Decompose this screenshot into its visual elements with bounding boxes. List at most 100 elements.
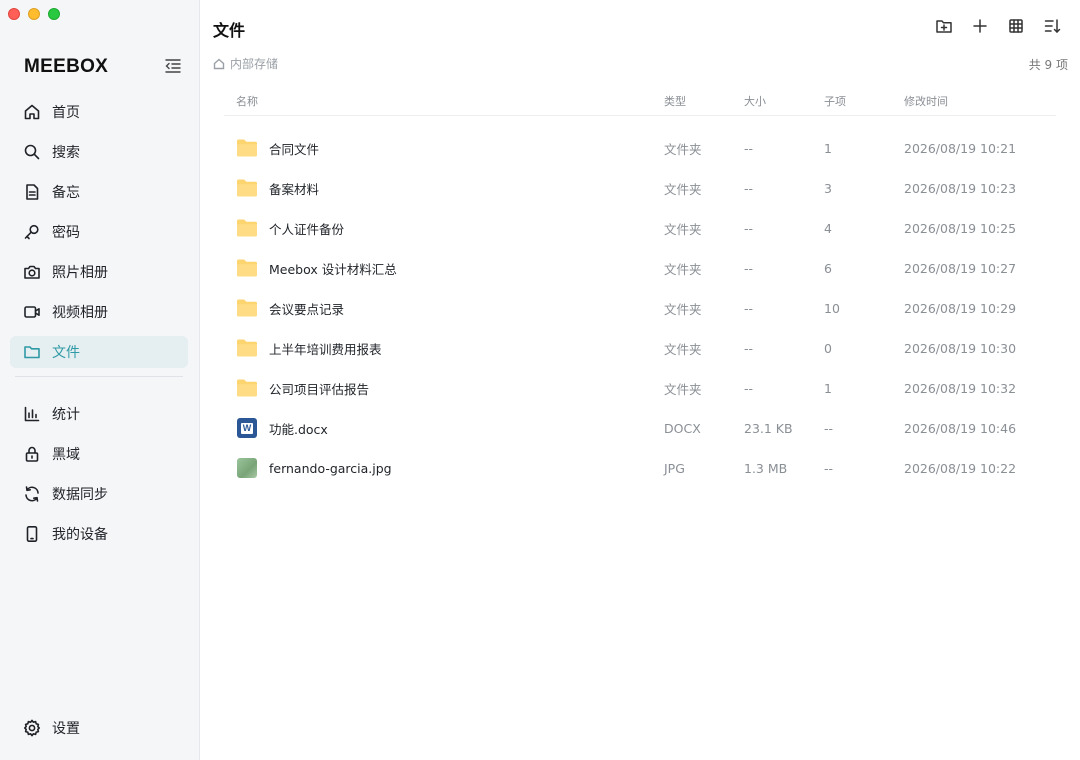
- cell-name: Meebox 设计材料汇总: [224, 257, 664, 279]
- sidebar-item-label: 黑域: [52, 447, 80, 463]
- cell-children: 4: [824, 220, 832, 236]
- sidebar-item-files[interactable]: 文件: [10, 336, 188, 368]
- table-row[interactable]: 公司项目评估报告 文件夹 -- 1 2026/08/19 10:32: [224, 368, 1056, 408]
- sidebar-item-label: 视频相册: [52, 305, 108, 321]
- file-name: 合同文件: [269, 141, 320, 157]
- table-row[interactable]: Meebox 设计材料汇总 文件夹 -- 6 2026/08/19 10:27: [224, 248, 1056, 288]
- cell-modified: 2026/08/19 10:32: [904, 380, 1017, 396]
- table-row[interactable]: 合同文件 文件夹 -- 1 2026/08/19 10:21: [224, 128, 1056, 168]
- window-close-button[interactable]: [8, 8, 20, 20]
- sidebar-item-passwords[interactable]: 密码: [10, 216, 188, 248]
- plus-icon: [973, 19, 987, 33]
- cell-children: --: [824, 460, 834, 476]
- sidebar: MEEBOX 首页 搜索 备忘 密码 照片相册 视频相册 文件 统计 黑域 数据…: [0, 0, 200, 760]
- cell-size: --: [744, 260, 754, 276]
- file-table: 名称 类型 大小 子项 修改时间 合同文件 文件夹 -- 1 2026/08/19 10…: [224, 86, 1056, 488]
- cell-modified: 2026/08/19 10:25: [904, 220, 1017, 236]
- cell-type: 文件夹: [664, 381, 702, 397]
- cell-size: 23.1 KB: [744, 420, 793, 436]
- sidebar-item-stats[interactable]: 统计: [10, 398, 188, 430]
- sort-icon: [1044, 19, 1061, 33]
- item-count: 共 9 项: [1028, 58, 1068, 72]
- cell-modified: 2026/08/19 10:29: [904, 300, 1017, 316]
- cell-name: 公司项目评估报告: [224, 377, 664, 399]
- sidebar-item-vault[interactable]: 黑域: [10, 438, 188, 470]
- file-name: 公司项目评估报告: [269, 381, 370, 397]
- new-folder-icon: [936, 20, 952, 33]
- sidebar-item-label: 数据同步: [52, 487, 108, 503]
- sidebar-divider: [15, 376, 183, 377]
- app-brand: MEEBOX: [24, 56, 109, 77]
- cell-size: --: [744, 340, 754, 356]
- sidebar-item-label: 密码: [52, 225, 80, 241]
- sidebar-item-settings[interactable]: 设置: [10, 712, 188, 744]
- file-name: 备案材料: [269, 181, 320, 197]
- sidebar-item-videos[interactable]: 视频相册: [10, 296, 188, 328]
- sidebar-item-label: 备忘: [52, 185, 80, 201]
- cell-modified: 2026/08/19 10:46: [904, 420, 1017, 436]
- main-content: 文件 内部存储 共 9 项 名称 类型 大小 子项 修改时间 合同文件 文件夹 …: [200, 0, 1080, 760]
- cell-children: 1: [824, 380, 832, 396]
- home-icon: [23, 103, 41, 121]
- sort-button[interactable]: [1042, 16, 1062, 36]
- cell-children: 0: [824, 340, 832, 356]
- cell-modified: 2026/08/19 10:22: [904, 460, 1017, 476]
- table-row[interactable]: 上半年培训费用报表 文件夹 -- 0 2026/08/19 10:30: [224, 328, 1056, 368]
- file-name: 会议要点记录: [269, 301, 345, 317]
- search-icon: [23, 143, 41, 161]
- folder-icon: [23, 343, 41, 361]
- phone-icon: [23, 525, 41, 543]
- table-row[interactable]: 会议要点记录 文件夹 -- 10 2026/08/19 10:29: [224, 288, 1056, 328]
- column-type-header[interactable]: 类型: [664, 93, 744, 109]
- word-file-icon: W: [236, 417, 258, 439]
- folder-icon: [236, 377, 258, 399]
- cell-name: 会议要点记录: [224, 297, 664, 319]
- column-size-header[interactable]: 大小: [744, 93, 824, 109]
- sidebar-item-home[interactable]: 首页: [10, 96, 188, 128]
- cell-type: 文件夹: [664, 181, 702, 197]
- table-row[interactable]: 个人证件备份 文件夹 -- 4 2026/08/19 10:25: [224, 208, 1056, 248]
- window-maximize-button[interactable]: [48, 8, 60, 20]
- note-icon: [23, 183, 41, 201]
- column-name-header[interactable]: 名称: [224, 93, 664, 109]
- grid-view-button[interactable]: [1006, 16, 1026, 36]
- sidebar-item-photos[interactable]: 照片相册: [10, 256, 188, 288]
- sidebar-item-search[interactable]: 搜索: [10, 136, 188, 168]
- cell-modified: 2026/08/19 10:23: [904, 180, 1017, 196]
- folder-icon: [236, 137, 258, 159]
- table-row[interactable]: W 功能.docx DOCX 23.1 KB -- 2026/08/19 10:46: [224, 408, 1056, 448]
- table-row[interactable]: 备案材料 文件夹 -- 3 2026/08/19 10:23: [224, 168, 1056, 208]
- new-folder-button[interactable]: [934, 16, 954, 36]
- cell-size: --: [744, 220, 754, 236]
- sidebar-item-notes[interactable]: 备忘: [10, 176, 188, 208]
- sidebar-item-label: 我的设备: [52, 527, 108, 543]
- cell-name: fernando-garcia.jpg: [224, 457, 664, 479]
- sidebar-item-label: 首页: [52, 105, 80, 121]
- sidebar-item-label: 文件: [52, 345, 80, 361]
- folder-icon: [236, 177, 258, 199]
- cell-type: 文件夹: [664, 301, 702, 317]
- camera-icon: [23, 263, 41, 281]
- table-row[interactable]: fernando-garcia.jpg JPG 1.3 MB -- 2026/08/19…: [224, 448, 1056, 488]
- file-name: Meebox 设计材料汇总: [269, 261, 397, 277]
- table-body: 合同文件 文件夹 -- 1 2026/08/19 10:21 备案材料 文件夹 -- 3 2026…: [224, 128, 1056, 488]
- column-children-header[interactable]: 子项: [824, 93, 904, 109]
- add-button[interactable]: [970, 16, 990, 36]
- file-name: fernando-garcia.jpg: [269, 460, 392, 476]
- sidebar-collapse-button[interactable]: [164, 58, 184, 76]
- cell-type: DOCX: [664, 420, 701, 436]
- cell-type: 文件夹: [664, 141, 702, 157]
- sidebar-item-label: 照片相册: [52, 265, 108, 281]
- cell-size: --: [744, 140, 754, 156]
- sidebar-item-devices[interactable]: 我的设备: [10, 518, 188, 550]
- window-minimize-button[interactable]: [28, 8, 40, 20]
- cell-children: 1: [824, 140, 832, 156]
- sidebar-item-sync[interactable]: 数据同步: [10, 478, 188, 510]
- cell-modified: 2026/08/19 10:21: [904, 140, 1017, 156]
- home-icon: [213, 58, 225, 69]
- breadcrumb[interactable]: 内部存储: [213, 55, 278, 72]
- chart-icon: [23, 405, 41, 423]
- sidebar-footer: 设置: [10, 712, 188, 752]
- column-modified-header[interactable]: 修改时间: [904, 93, 1056, 109]
- file-name: 个人证件备份: [269, 221, 345, 237]
